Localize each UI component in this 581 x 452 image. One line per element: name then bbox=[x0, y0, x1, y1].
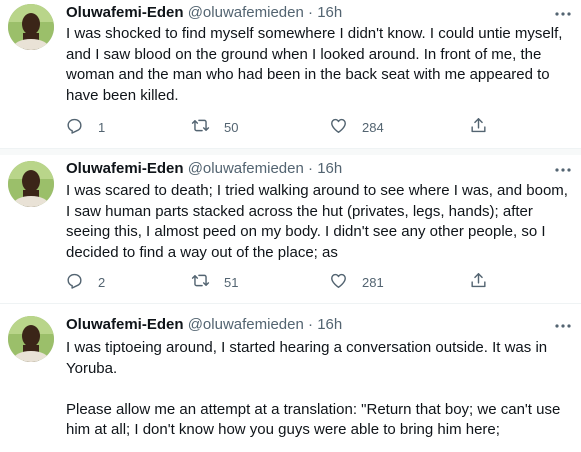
separator-dot: · bbox=[308, 4, 314, 21]
timestamp[interactable]: 16h bbox=[317, 316, 342, 333]
avatar[interactable] bbox=[8, 161, 54, 207]
retweet-count: 50 bbox=[224, 119, 239, 135]
tweet-feed: Oluwafemi-Eden @oluwafemieden · 16h I wa… bbox=[0, 0, 581, 452]
more-icon[interactable] bbox=[553, 160, 573, 180]
reply-count: 2 bbox=[98, 274, 106, 290]
tweet-text: I was scared to death; I tried walking a… bbox=[66, 182, 568, 261]
tweet-text: I was shocked to find myself somewhere I… bbox=[66, 25, 563, 104]
user-handle[interactable]: @oluwafemieden bbox=[188, 160, 304, 177]
user-handle[interactable]: @oluwafemieden bbox=[188, 4, 304, 21]
like-button[interactable]: 281 bbox=[329, 272, 384, 292]
retweet-button[interactable]: 50 bbox=[191, 117, 238, 137]
retweet-icon bbox=[191, 116, 210, 138]
timestamp[interactable]: 16h bbox=[317, 160, 342, 177]
like-count: 281 bbox=[362, 274, 384, 290]
tweet[interactable]: Oluwafemi-Eden @oluwafemieden · 16h I wa… bbox=[0, 0, 581, 149]
display-name[interactable]: Oluwafemi-Eden bbox=[66, 4, 184, 21]
retweet-count: 51 bbox=[224, 274, 239, 290]
tweet[interactable]: Oluwafemi-Eden @oluwafemieden · 16h I wa… bbox=[0, 149, 581, 304]
tweet-actions: 1 50 284 bbox=[58, 117, 511, 137]
tweet-header: Oluwafemi-Eden @oluwafemieden · 16h bbox=[66, 4, 342, 24]
more-icon[interactable] bbox=[553, 4, 573, 24]
retweet-icon bbox=[191, 271, 210, 293]
tweet-header: Oluwafemi-Eden @oluwafemieden · 16h bbox=[66, 316, 342, 336]
tweet-actions: 2 51 281 bbox=[58, 272, 511, 292]
reply-button[interactable]: 2 bbox=[65, 272, 105, 292]
share-button[interactable] bbox=[469, 117, 488, 137]
user-handle[interactable]: @oluwafemieden bbox=[188, 316, 304, 333]
share-icon bbox=[469, 116, 488, 138]
avatar[interactable] bbox=[8, 316, 54, 362]
more-icon[interactable] bbox=[553, 316, 573, 336]
reply-button[interactable]: 1 bbox=[65, 117, 105, 137]
share-icon bbox=[469, 271, 488, 293]
tweet[interactable]: Oluwafemi-Eden @oluwafemieden · 16h I wa… bbox=[0, 304, 581, 452]
display-name[interactable]: Oluwafemi-Eden bbox=[66, 316, 184, 333]
like-button[interactable]: 284 bbox=[329, 117, 384, 137]
separator-dot: · bbox=[308, 316, 314, 333]
tweet-text: I was tiptoeing around, I started hearin… bbox=[66, 339, 561, 438]
tweet-header: Oluwafemi-Eden @oluwafemieden · 16h bbox=[66, 160, 342, 180]
heart-icon bbox=[329, 271, 348, 293]
reply-icon bbox=[65, 116, 84, 138]
reply-count: 1 bbox=[98, 119, 106, 135]
timestamp[interactable]: 16h bbox=[317, 4, 342, 21]
retweet-button[interactable]: 51 bbox=[191, 272, 238, 292]
like-count: 284 bbox=[362, 119, 384, 135]
heart-icon bbox=[329, 116, 348, 138]
reply-icon bbox=[65, 271, 84, 293]
separator-dot: · bbox=[308, 160, 314, 177]
share-button[interactable] bbox=[469, 272, 488, 292]
display-name[interactable]: Oluwafemi-Eden bbox=[66, 160, 184, 177]
avatar[interactable] bbox=[8, 4, 54, 50]
